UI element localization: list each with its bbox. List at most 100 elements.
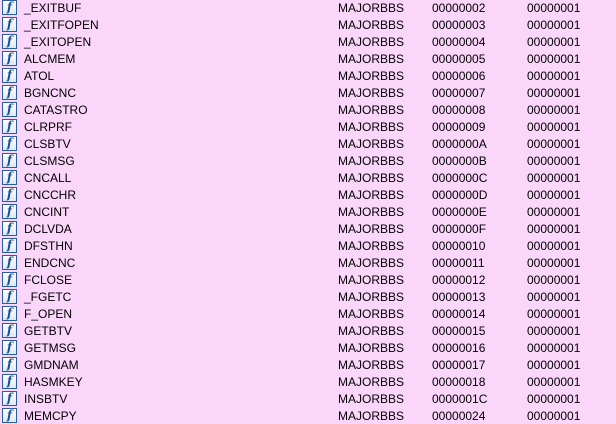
count-value: 00000001 bbox=[527, 256, 581, 270]
ordinal-value: 00000009 bbox=[432, 120, 486, 134]
list-item[interactable]: f _EXITBUF MAJORBBS 00000002 00000001 bbox=[0, 0, 616, 17]
list-item[interactable]: f BGNCNC MAJORBBS 00000007 00000001 bbox=[0, 85, 616, 102]
ordinal-value: 00000010 bbox=[432, 239, 486, 253]
module-name: MAJORBBS bbox=[338, 137, 405, 151]
count-value: 00000001 bbox=[527, 137, 581, 151]
module-name: MAJORBBS bbox=[338, 171, 405, 185]
ordinal-value: 00000002 bbox=[432, 1, 486, 15]
list-item[interactable]: f CNCINT MAJORBBS 0000000E 00000001 bbox=[0, 204, 616, 221]
list-item[interactable]: f GETMSG MAJORBBS 00000016 00000001 bbox=[0, 340, 616, 357]
function-name: _FGETC bbox=[24, 290, 72, 304]
ordinal-value: 00000013 bbox=[432, 290, 486, 304]
imports-list[interactable]: f _EXITBUF MAJORBBS 00000002 00000001 f … bbox=[0, 0, 616, 424]
function-icon: f bbox=[2, 0, 17, 15]
function-icon: f bbox=[2, 255, 17, 270]
function-icon: f bbox=[2, 51, 17, 66]
list-item[interactable]: f DFSTHN MAJORBBS 00000010 00000001 bbox=[0, 238, 616, 255]
list-item[interactable]: f HASMKEY MAJORBBS 00000018 00000001 bbox=[0, 374, 616, 391]
list-item[interactable]: f DCLVDA MAJORBBS 0000000F 00000001 bbox=[0, 221, 616, 238]
function-name: CLRPRF bbox=[24, 120, 73, 134]
ordinal-value: 0000000D bbox=[432, 188, 488, 202]
count-value: 00000001 bbox=[527, 307, 581, 321]
list-item[interactable]: f GETBTV MAJORBBS 00000015 00000001 bbox=[0, 323, 616, 340]
count-value: 00000001 bbox=[527, 205, 581, 219]
module-name: MAJORBBS bbox=[338, 222, 405, 236]
count-value: 00000001 bbox=[527, 239, 581, 253]
count-value: 00000001 bbox=[527, 290, 581, 304]
function-name: CNCCHR bbox=[24, 188, 76, 202]
ordinal-value: 00000003 bbox=[432, 18, 486, 32]
list-item[interactable]: f FCLOSE MAJORBBS 00000012 00000001 bbox=[0, 272, 616, 289]
count-value: 00000001 bbox=[527, 52, 581, 66]
count-value: 00000001 bbox=[527, 18, 581, 32]
function-name: FCLOSE bbox=[24, 273, 73, 287]
function-icon: f bbox=[2, 153, 17, 168]
list-item[interactable]: f CNCCHR MAJORBBS 0000000D 00000001 bbox=[0, 187, 616, 204]
function-name: ALCMEM bbox=[24, 52, 76, 66]
count-value: 00000001 bbox=[527, 120, 581, 134]
list-item[interactable]: f _FGETC MAJORBBS 00000013 00000001 bbox=[0, 289, 616, 306]
ordinal-value: 00000018 bbox=[432, 375, 486, 389]
function-icon: f bbox=[2, 102, 17, 117]
module-name: MAJORBBS bbox=[338, 239, 405, 253]
count-value: 00000001 bbox=[527, 375, 581, 389]
list-item[interactable]: f INSBTV MAJORBBS 0000001C 00000001 bbox=[0, 391, 616, 408]
count-value: 00000001 bbox=[527, 1, 581, 15]
count-value: 00000001 bbox=[527, 188, 581, 202]
list-item[interactable]: f CLSMSG MAJORBBS 0000000B 00000001 bbox=[0, 153, 616, 170]
ordinal-value: 0000000C bbox=[432, 171, 488, 185]
function-name: CLSMSG bbox=[24, 154, 75, 168]
function-icon: f bbox=[2, 17, 17, 32]
count-value: 00000001 bbox=[527, 409, 581, 423]
function-name: BGNCNC bbox=[24, 86, 77, 100]
function-name: CLSBTV bbox=[24, 137, 71, 151]
list-item[interactable]: f ENDCNC MAJORBBS 00000011 00000001 bbox=[0, 255, 616, 272]
function-icon: f bbox=[2, 408, 17, 423]
module-name: MAJORBBS bbox=[338, 290, 405, 304]
ordinal-value: 0000000B bbox=[432, 154, 487, 168]
function-icon: f bbox=[2, 306, 17, 321]
list-item[interactable]: f ALCMEM MAJORBBS 00000005 00000001 bbox=[0, 51, 616, 68]
module-name: MAJORBBS bbox=[338, 324, 405, 338]
function-name: INSBTV bbox=[24, 392, 68, 406]
function-name: CNCINT bbox=[24, 205, 70, 219]
ordinal-value: 00000008 bbox=[432, 103, 486, 117]
function-name: _EXITFOPEN bbox=[24, 18, 99, 32]
function-icon: f bbox=[2, 323, 17, 338]
module-name: MAJORBBS bbox=[338, 154, 405, 168]
list-item[interactable]: f _EXITOPEN MAJORBBS 00000004 00000001 bbox=[0, 34, 616, 51]
count-value: 00000001 bbox=[527, 222, 581, 236]
function-icon: f bbox=[2, 391, 17, 406]
list-item[interactable]: f ATOL MAJORBBS 00000006 00000001 bbox=[0, 68, 616, 85]
ordinal-value: 0000000F bbox=[432, 222, 487, 236]
count-value: 00000001 bbox=[527, 69, 581, 83]
ordinal-value: 00000014 bbox=[432, 307, 486, 321]
module-name: MAJORBBS bbox=[338, 409, 405, 423]
function-name: _EXITOPEN bbox=[24, 35, 92, 49]
module-name: MAJORBBS bbox=[338, 35, 405, 49]
list-item[interactable]: f CLRPRF MAJORBBS 00000009 00000001 bbox=[0, 119, 616, 136]
ordinal-value: 00000005 bbox=[432, 52, 486, 66]
count-value: 00000001 bbox=[527, 358, 581, 372]
count-value: 00000001 bbox=[527, 324, 581, 338]
list-item[interactable]: f MEMCPY MAJORBBS 00000024 00000001 bbox=[0, 408, 616, 424]
list-item[interactable]: f CLSBTV MAJORBBS 0000000A 00000001 bbox=[0, 136, 616, 153]
module-name: MAJORBBS bbox=[338, 358, 405, 372]
list-item[interactable]: f CATASTRO MAJORBBS 00000008 00000001 bbox=[0, 102, 616, 119]
function-icon: f bbox=[2, 221, 17, 236]
list-item[interactable]: f CNCALL MAJORBBS 0000000C 00000001 bbox=[0, 170, 616, 187]
module-name: MAJORBBS bbox=[338, 188, 405, 202]
function-icon: f bbox=[2, 68, 17, 83]
function-icon: f bbox=[2, 357, 17, 372]
ordinal-value: 00000011 bbox=[432, 256, 485, 270]
function-icon: f bbox=[2, 170, 17, 185]
function-icon: f bbox=[2, 119, 17, 134]
list-item[interactable]: f F_OPEN MAJORBBS 00000014 00000001 bbox=[0, 306, 616, 323]
function-icon: f bbox=[2, 289, 17, 304]
function-name: DCLVDA bbox=[24, 222, 72, 236]
list-item[interactable]: f GMDNAM MAJORBBS 00000017 00000001 bbox=[0, 357, 616, 374]
function-name: GETMSG bbox=[24, 341, 77, 355]
list-item[interactable]: f _EXITFOPEN MAJORBBS 00000003 00000001 bbox=[0, 17, 616, 34]
function-icon: f bbox=[2, 136, 17, 151]
ordinal-value: 00000004 bbox=[432, 35, 486, 49]
